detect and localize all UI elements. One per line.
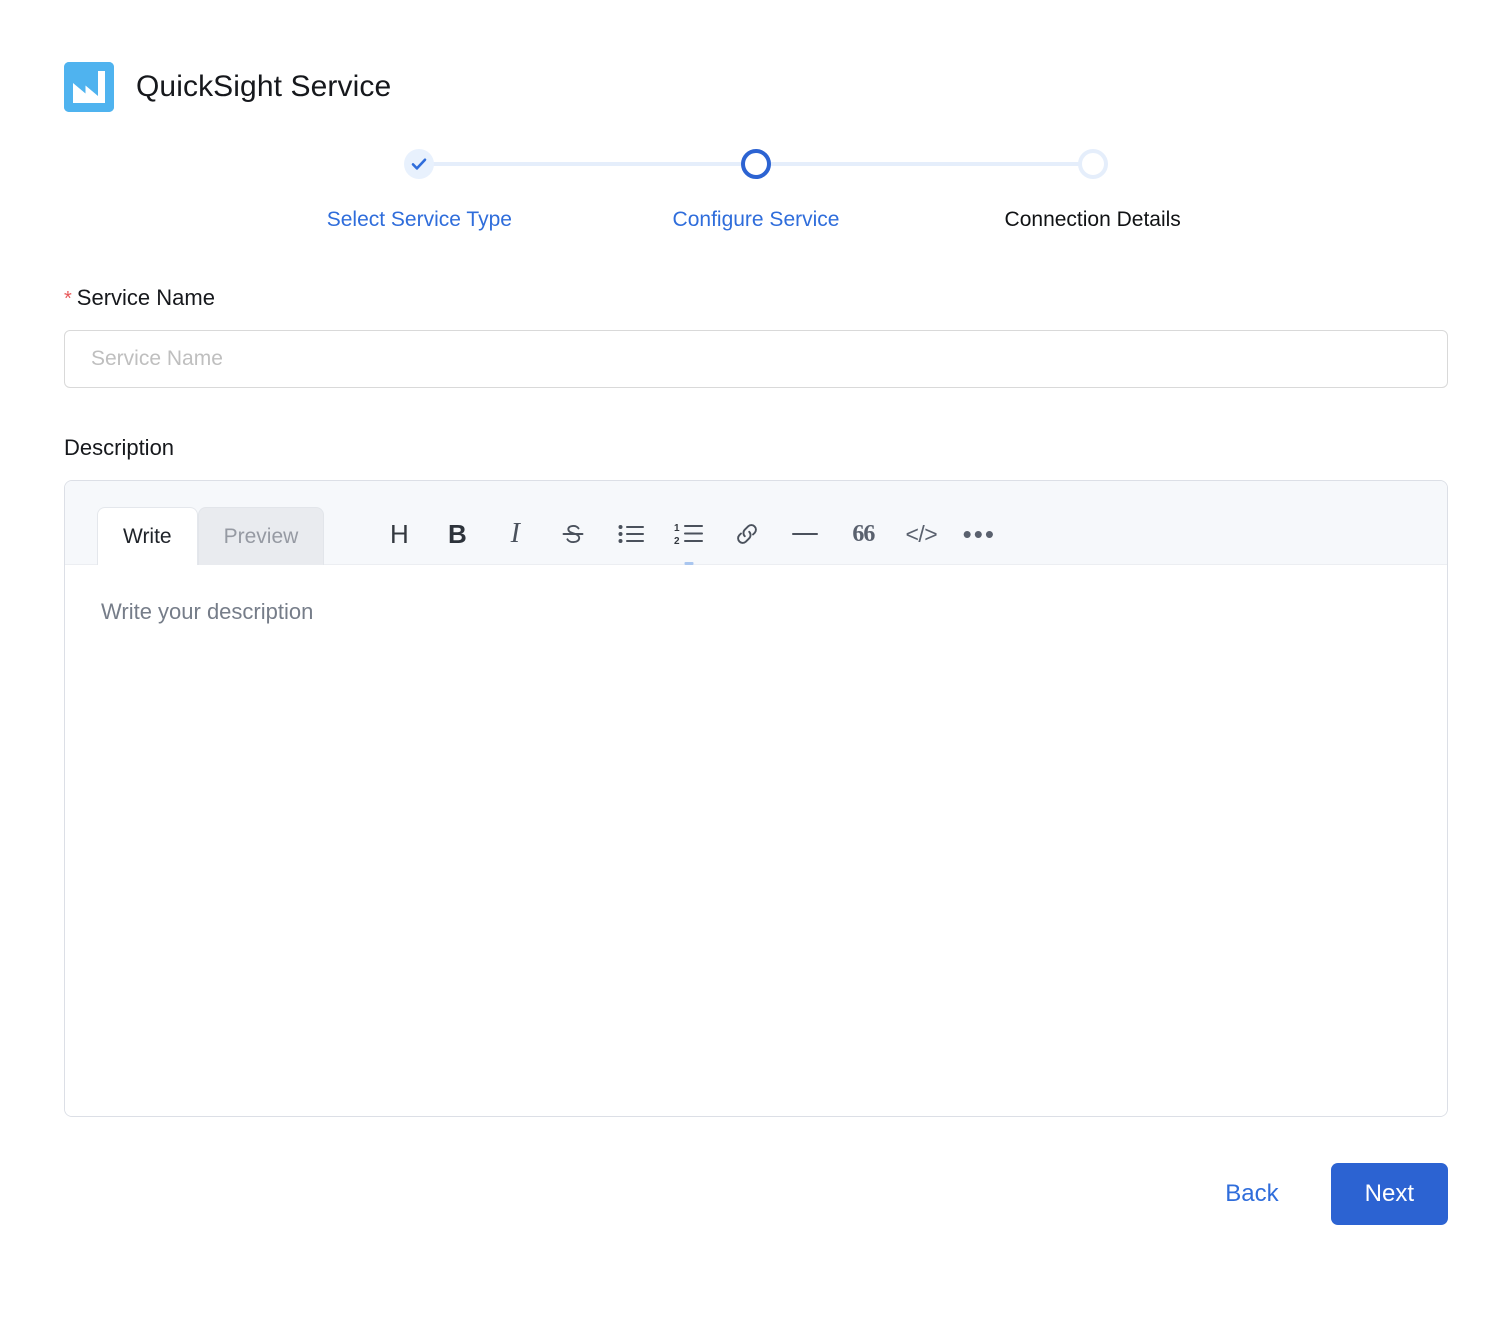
step-3-label: Connection Details xyxy=(1004,208,1181,231)
bold-glyph: B xyxy=(447,519,467,550)
service-name-label-text: Service Name xyxy=(76,285,215,311)
step-1-indicator xyxy=(251,146,588,182)
bold-icon[interactable]: B xyxy=(428,511,486,557)
italic-icon[interactable]: I xyxy=(486,511,544,557)
step-configure-service[interactable]: Configure Service xyxy=(587,146,925,231)
formatting-tools: H B I 1 2 66 </> ••• xyxy=(370,506,1008,566)
bulleted-list-icon[interactable] xyxy=(602,511,660,557)
service-configuration-page: QuickSight Service Select Service Type C… xyxy=(0,0,1512,1334)
page-title: QuickSight Service xyxy=(136,70,392,103)
step-1-label: Select Service Type xyxy=(326,208,512,231)
wizard-footer: Back Next xyxy=(0,1163,1512,1226)
step-select-service-type[interactable]: Select Service Type xyxy=(251,146,588,231)
page-header: QuickSight Service xyxy=(0,0,1512,112)
circle-icon xyxy=(1077,149,1108,179)
tab-write[interactable]: Write xyxy=(97,507,198,566)
numbered-list-icon[interactable]: 1 2 xyxy=(660,511,718,566)
description-label: Description xyxy=(64,435,175,461)
step-3-indicator xyxy=(924,146,1261,182)
next-button[interactable]: Next xyxy=(1330,1163,1448,1226)
editor-mode-tabs: Write Preview xyxy=(65,481,325,566)
markdown-toolbar: Write Preview H B I 1 2 66 </> ••• xyxy=(65,481,1447,566)
wizard-stepper: Select Service Type Configure Service Co… xyxy=(0,146,1512,231)
step-2-indicator xyxy=(587,146,925,182)
required-asterisk: * xyxy=(64,288,72,311)
quote-icon[interactable]: 66 xyxy=(834,511,892,557)
step-2-label: Configure Service xyxy=(672,208,840,231)
step-connector xyxy=(587,162,743,166)
horizontal-rule-icon[interactable] xyxy=(776,511,834,557)
svg-text:2: 2 xyxy=(674,536,680,546)
heading-glyph: H xyxy=(389,519,409,550)
tab-preview[interactable]: Preview xyxy=(197,507,325,566)
circle-icon xyxy=(741,149,771,179)
step-connector xyxy=(770,162,925,166)
step-connector xyxy=(433,162,588,166)
configure-service-form: *Service Name Description Write Preview … xyxy=(0,285,1512,1118)
code-icon[interactable]: </> xyxy=(892,511,950,557)
code-glyph: </> xyxy=(905,520,938,547)
link-icon[interactable] xyxy=(718,511,776,557)
more-glyph: ••• xyxy=(962,519,996,550)
quote-glyph: 66 xyxy=(852,521,875,548)
description-editor-body xyxy=(65,565,1447,1117)
service-name-input[interactable] xyxy=(64,330,1448,389)
tooltip-caret xyxy=(684,562,694,566)
italic-glyph: I xyxy=(510,518,520,550)
check-icon xyxy=(404,149,435,179)
description-textarea[interactable] xyxy=(99,595,1413,1087)
step-connection-details[interactable]: Connection Details xyxy=(924,146,1261,231)
service-name-label: * Service Name xyxy=(64,285,1448,311)
more-options-icon[interactable]: ••• xyxy=(950,511,1008,557)
back-button[interactable]: Back xyxy=(1221,1176,1282,1212)
description-markdown-editor: Write Preview H B I 1 2 66 </> ••• Write… xyxy=(64,480,1448,1118)
svg-text:1: 1 xyxy=(674,523,680,534)
quicksight-logo-icon xyxy=(64,62,114,112)
step-connector xyxy=(924,162,1079,166)
heading-icon[interactable]: H xyxy=(370,511,428,557)
strikethrough-icon[interactable] xyxy=(544,511,602,557)
